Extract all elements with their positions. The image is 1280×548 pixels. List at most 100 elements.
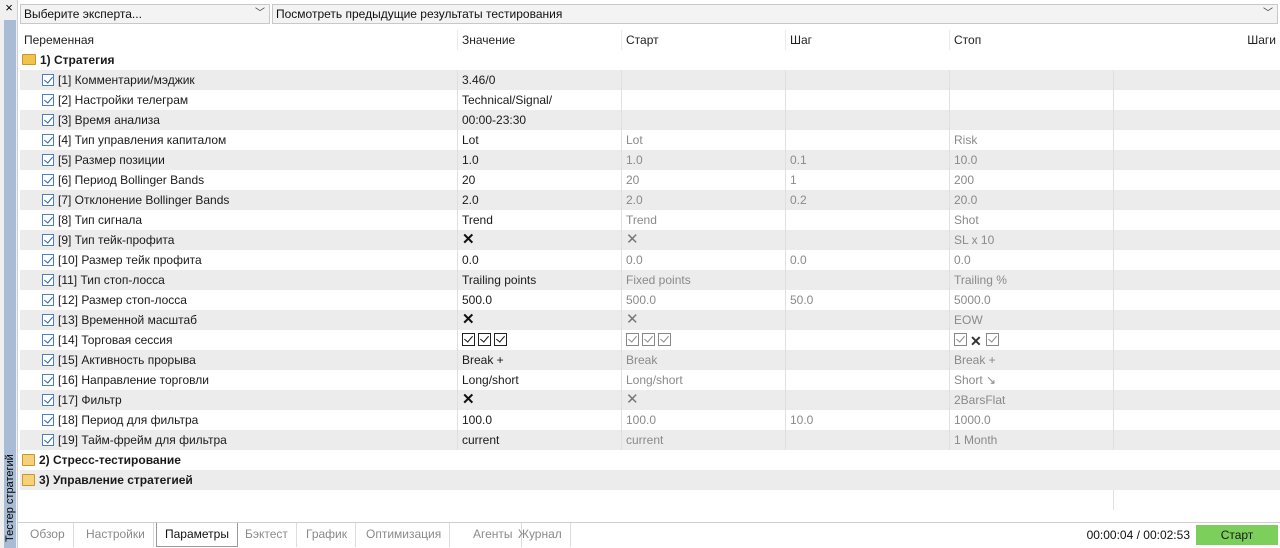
step-cell[interactable]	[785, 130, 949, 150]
steps-cell[interactable]	[1113, 430, 1278, 450]
table-row[interactable]: [18] Период для фильтра 100.0 100.0 10.0 100…	[20, 410, 1280, 430]
stop-cell[interactable]: Trailing %	[949, 270, 1113, 290]
steps-cell[interactable]	[1113, 330, 1278, 350]
value-cell[interactable]: ✕	[457, 310, 621, 330]
start-cell[interactable]: Break	[621, 350, 785, 370]
steps-cell[interactable]	[1113, 230, 1278, 250]
value-cell[interactable]: Break +	[457, 350, 621, 370]
start-cell[interactable]: Long/short	[621, 370, 785, 390]
start-cell[interactable]	[621, 330, 785, 350]
expert-select[interactable]: Выберите эксперта... ﹀	[20, 4, 270, 24]
steps-cell[interactable]	[1113, 250, 1278, 270]
table-row[interactable]: [15] Активность прорыва Break + Break Break…	[20, 350, 1280, 370]
checkbox-icon[interactable]	[42, 353, 54, 366]
table-row[interactable]: [5] Размер позиции 1.0 1.0 0.1 10.0	[20, 150, 1280, 170]
stop-cell[interactable]	[949, 90, 1113, 110]
checkbox-icon[interactable]	[42, 393, 54, 406]
step-cell[interactable]	[785, 390, 949, 410]
steps-cell[interactable]	[1113, 310, 1278, 330]
step-cell[interactable]: 50.0	[785, 290, 949, 310]
table-row[interactable]: [4] Тип управления капиталом Lot Lot Risk	[20, 130, 1280, 150]
stop-cell[interactable]: 10.0	[949, 150, 1113, 170]
step-cell[interactable]: 10.0	[785, 410, 949, 430]
checkbox-icon[interactable]	[42, 153, 54, 166]
header-value[interactable]: Значение	[457, 30, 621, 50]
checkbox-icon[interactable]	[42, 73, 54, 86]
stop-cell[interactable]	[949, 70, 1113, 90]
start-button[interactable]: Старт	[1196, 525, 1278, 545]
checkbox-icon[interactable]	[658, 333, 671, 347]
start-cell[interactable]: current	[621, 430, 785, 450]
stop-cell[interactable]	[949, 110, 1113, 130]
checkbox-icon[interactable]	[42, 173, 54, 186]
stop-cell[interactable]: 0.0	[949, 250, 1113, 270]
value-cell[interactable]: Long/short	[457, 370, 621, 390]
table-row[interactable]: [2] Настройки телеграм Technical/Signal/	[20, 90, 1280, 110]
table-row[interactable]: [13] Временной масштаб ✕ ✕ EOW	[20, 310, 1280, 330]
step-cell[interactable]: 0.1	[785, 150, 949, 170]
steps-cell[interactable]	[1113, 90, 1278, 110]
step-cell[interactable]	[785, 330, 949, 350]
steps-cell[interactable]	[1113, 110, 1278, 130]
value-cell[interactable]: 0.0	[457, 250, 621, 270]
start-cell[interactable]: ✕	[621, 310, 785, 330]
checkbox-icon[interactable]	[42, 133, 54, 146]
steps-cell[interactable]	[1113, 370, 1278, 390]
value-cell[interactable]: 2.0	[457, 190, 621, 210]
stop-cell[interactable]: 1 Month	[949, 430, 1113, 450]
checkbox-icon[interactable]	[642, 333, 655, 347]
stop-cell[interactable]: Break +	[949, 350, 1113, 370]
steps-cell[interactable]	[1113, 150, 1278, 170]
checkbox-icon[interactable]	[494, 333, 507, 347]
value-cell[interactable]: Technical/Signal/	[457, 90, 621, 110]
start-cell[interactable]: Trend	[621, 210, 785, 230]
step-cell[interactable]	[785, 70, 949, 90]
step-cell[interactable]	[785, 350, 949, 370]
step-cell[interactable]	[785, 370, 949, 390]
value-cell[interactable]: 00:00-23:30	[457, 110, 621, 130]
steps-cell[interactable]	[1113, 190, 1278, 210]
checkbox-icon[interactable]	[42, 313, 54, 326]
steps-cell[interactable]	[1113, 130, 1278, 150]
checkbox-icon[interactable]	[954, 333, 967, 347]
checkbox-icon[interactable]	[42, 233, 54, 246]
table-row[interactable]: [3] Время анализа 00:00-23:30	[20, 110, 1280, 130]
start-cell[interactable]: 20	[621, 170, 785, 190]
start-cell[interactable]	[621, 90, 785, 110]
table-row[interactable]: [19] Тайм-фрейм для фильтра current curren…	[20, 430, 1280, 450]
checkbox-icon[interactable]	[626, 333, 639, 347]
checkbox-icon[interactable]	[42, 293, 54, 306]
group-strategy-management[interactable]: 3) Управление стратегией	[20, 470, 1280, 490]
value-cell[interactable]: ✕	[457, 230, 621, 250]
start-cell[interactable]: Lot	[621, 130, 785, 150]
value-cell[interactable]: Trend	[457, 210, 621, 230]
header-variable[interactable]: Переменная	[20, 30, 457, 50]
table-row[interactable]: [16] Направление торговли Long/short Long/…	[20, 370, 1280, 390]
tab-2[interactable]: Параметры	[156, 523, 238, 547]
start-cell[interactable]: Fixed points	[621, 270, 785, 290]
stop-cell[interactable]: 2BarsFlat	[949, 390, 1113, 410]
table-row[interactable]: [11] Тип стоп-лосса Trailing points Fixed …	[20, 270, 1280, 290]
tab-3[interactable]: Бэктест	[237, 523, 297, 547]
value-cell[interactable]: 100.0	[457, 410, 621, 430]
stop-cell[interactable]: 5000.0	[949, 290, 1113, 310]
group-stress-testing[interactable]: 2) Стресс-тестирование	[20, 450, 1280, 470]
tab-5[interactable]: Оптимизация	[358, 523, 451, 547]
checkbox-icon[interactable]	[42, 253, 54, 266]
checkbox-icon[interactable]	[42, 193, 54, 206]
checkbox-icon[interactable]	[42, 213, 54, 226]
stop-cell[interactable]: Risk	[949, 130, 1113, 150]
tab-7[interactable]: Журнал	[510, 523, 571, 547]
tab-4[interactable]: График	[298, 523, 356, 547]
step-cell[interactable]	[785, 430, 949, 450]
steps-cell[interactable]	[1113, 350, 1278, 370]
value-cell[interactable]: Trailing points	[457, 270, 621, 290]
step-cell[interactable]	[785, 90, 949, 110]
history-select[interactable]: Посмотреть предыдущие результаты тестиро…	[272, 4, 1278, 24]
step-cell[interactable]: 1	[785, 170, 949, 190]
table-row[interactable]: [6] Период Bollinger Bands 20 20 1 200	[20, 170, 1280, 190]
value-cell[interactable]: Lot	[457, 130, 621, 150]
steps-cell[interactable]	[1113, 210, 1278, 230]
tab-0[interactable]: Обзор	[22, 523, 74, 547]
stop-cell[interactable]: 1000.0	[949, 410, 1113, 430]
